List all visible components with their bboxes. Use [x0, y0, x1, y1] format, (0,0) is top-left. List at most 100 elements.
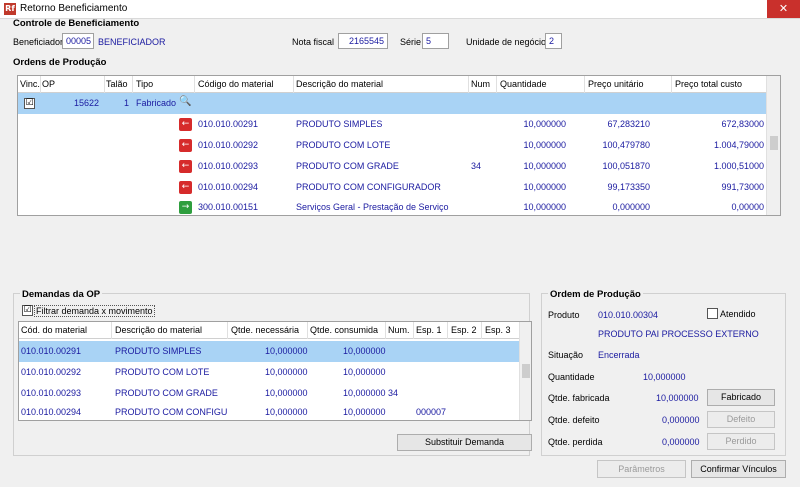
material-quantity: 10,000000	[523, 161, 566, 171]
material-description: PRODUTO COM CONFIGURADOR	[296, 182, 441, 192]
scroll-thumb[interactable]	[770, 136, 778, 150]
op-number: 15622	[74, 98, 100, 108]
perdido-button[interactable]: Perdido	[707, 433, 775, 450]
col-vinc: Vinc.	[20, 79, 40, 89]
vinc-checkbox[interactable]: ☑	[24, 98, 35, 109]
demanda-row[interactable]: 010.010.00294 PRODUTO COM CONFIGURAD 10,…	[19, 404, 519, 420]
material-unit-price: 99,173350	[607, 182, 650, 192]
col-preco-unitario: Preço unitário	[588, 79, 644, 89]
defeito-value: 0,000000	[662, 415, 700, 425]
beneficiador-label: Beneficiador	[13, 37, 64, 47]
col-qtde-necessaria: Qtde. necessária	[231, 325, 300, 335]
defeito-button[interactable]: Defeito	[707, 411, 775, 428]
material-row[interactable]: ← 010.010.00293 PRODUTO COM GRADE 34 10,…	[18, 156, 766, 177]
talao-number: 1	[124, 98, 130, 108]
material-row[interactable]: → 300.010.00151 Serviços Geral - Prestaç…	[18, 198, 766, 215]
demanda-necessaria: 10,000000	[265, 367, 308, 377]
col-talao: Talão	[106, 79, 128, 89]
ordens-scrollbar[interactable]	[766, 76, 780, 215]
demandas-section-title: Demandas da OP	[20, 289, 103, 300]
col-quantidade: Quantidade	[500, 79, 547, 89]
demanda-row[interactable]: 010.010.00292 PRODUTO COM LOTE 10,000000…	[19, 362, 519, 383]
confirmar-vinculos-button[interactable]: Confirmar Vínculos	[691, 460, 786, 478]
demanda-consumida: 10,000000	[343, 407, 386, 417]
material-code: 010.010.00294	[198, 182, 259, 192]
col-codigo: Código do material	[198, 79, 274, 89]
perdida-value: 0,000000	[662, 437, 700, 447]
produto-code: 010.010.00304	[598, 310, 659, 320]
demandas-scrollbar[interactable]	[519, 322, 531, 420]
beneficiador-name: BENEFICIADOR	[98, 37, 166, 47]
material-quantity: 10,000000	[523, 140, 566, 150]
fabricada-label: Qtde. fabricada	[548, 393, 610, 403]
arrow-left-icon: ←	[179, 139, 192, 152]
arrow-left-icon: ←	[179, 160, 192, 173]
material-unit-price: 67,283210	[607, 119, 650, 129]
material-code: 010.010.00293	[198, 161, 259, 171]
unidade-negocio-field[interactable]: 2	[545, 33, 562, 49]
material-row[interactable]: ← 010.010.00291 PRODUTO SIMPLES 10,00000…	[18, 114, 766, 135]
tipo-value: Fabricado	[136, 98, 177, 108]
material-unit-price: 100,051870	[602, 161, 650, 171]
demanda-code: 010.010.00292	[21, 367, 82, 377]
quantidade-label: Quantidade	[548, 372, 595, 382]
demanda-row[interactable]: 010.010.00293 PRODUTO COM GRADE 10,00000…	[19, 383, 519, 404]
material-row[interactable]: ← 010.010.00294 PRODUTO COM CONFIGURADOR…	[18, 177, 766, 198]
demanda-necessaria: 10,000000	[265, 388, 308, 398]
demanda-consumida: 10,000000	[343, 346, 386, 356]
material-code: 010.010.00292	[198, 140, 259, 150]
col-esp3: Esp. 3	[485, 325, 511, 335]
demanda-num: 34	[388, 388, 399, 398]
demanda-code: 010.010.00294	[21, 407, 82, 417]
demanda-necessaria: 10,000000	[265, 407, 308, 417]
perdida-label: Qtde. perdida	[548, 437, 603, 447]
serie-field[interactable]: 5	[422, 33, 449, 49]
beneficiador-code-field[interactable]: 00005	[62, 33, 94, 49]
material-quantity: 10,000000	[523, 119, 566, 129]
atendido-checkbox[interactable]	[707, 308, 718, 319]
ordens-section-title: Ordens de Produção	[13, 57, 107, 68]
col-num: Num	[471, 79, 491, 89]
close-button[interactable]: ✕	[767, 0, 800, 18]
demanda-description: PRODUTO COM LOTE	[115, 367, 210, 377]
col-tipo: Tipo	[136, 79, 154, 89]
col-preco-total: Preço total custo	[675, 79, 743, 89]
material-total-price: 1.004,79000	[713, 140, 764, 150]
demanda-necessaria: 10,000000	[265, 346, 308, 356]
filtrar-checkbox[interactable]: ☑	[22, 305, 33, 316]
arrow-right-icon: →	[179, 201, 192, 214]
demanda-code: 010.010.00293	[21, 388, 82, 398]
op-row[interactable]: ☑ 15622 1 Fabricado 🔍	[18, 93, 766, 114]
col-qtde-consumida: Qtde. consumida	[310, 325, 379, 335]
search-icon[interactable]: 🔍	[179, 96, 191, 107]
title-bar: Rf Retorno Beneficiamento ✕	[0, 0, 800, 19]
demanda-row[interactable]: 010.010.00291 PRODUTO SIMPLES 10,000000 …	[19, 341, 519, 362]
filtrar-checkbox-label[interactable]: Filtrar demanda x movimento	[34, 305, 155, 317]
material-quantity: 10,000000	[523, 182, 566, 192]
produto-label: Produto	[548, 310, 580, 320]
material-num: 34	[471, 161, 482, 171]
material-unit-price: 0,000000	[612, 202, 650, 212]
demanda-description: PRODUTO COM CONFIGURAD	[115, 407, 227, 417]
serie-label: Série	[400, 37, 422, 47]
fabricado-button[interactable]: Fabricado	[707, 389, 775, 406]
material-total-price: 672,83000	[721, 119, 764, 129]
substituir-demanda-button[interactable]: Substituir Demanda	[397, 434, 532, 451]
col-descricao: Descrição do material	[296, 79, 384, 89]
nota-fiscal-label: Nota fiscal	[292, 37, 335, 47]
defeito-label: Qtde. defeito	[548, 415, 600, 425]
material-total-price: 0,00000	[731, 202, 764, 212]
app-icon: Rf	[4, 3, 16, 15]
nota-fiscal-field[interactable]: 2165545	[338, 33, 388, 49]
situacao-label: Situação	[548, 350, 584, 360]
produto-name: PRODUTO PAI PROCESSO EXTERNO	[598, 329, 759, 339]
material-row[interactable]: ← 010.010.00292 PRODUTO COM LOTE 10,0000…	[18, 135, 766, 156]
atendido-label: Atendido	[720, 309, 756, 319]
col-descricao-material: Descrição do material	[115, 325, 203, 335]
material-unit-price: 100,479780	[602, 140, 650, 150]
material-quantity: 10,000000	[523, 202, 566, 212]
scroll-thumb[interactable]	[522, 364, 530, 378]
material-description: PRODUTO SIMPLES	[296, 119, 383, 129]
parametros-button[interactable]: Parâmetros	[597, 460, 686, 478]
arrow-left-icon: ←	[179, 118, 192, 131]
